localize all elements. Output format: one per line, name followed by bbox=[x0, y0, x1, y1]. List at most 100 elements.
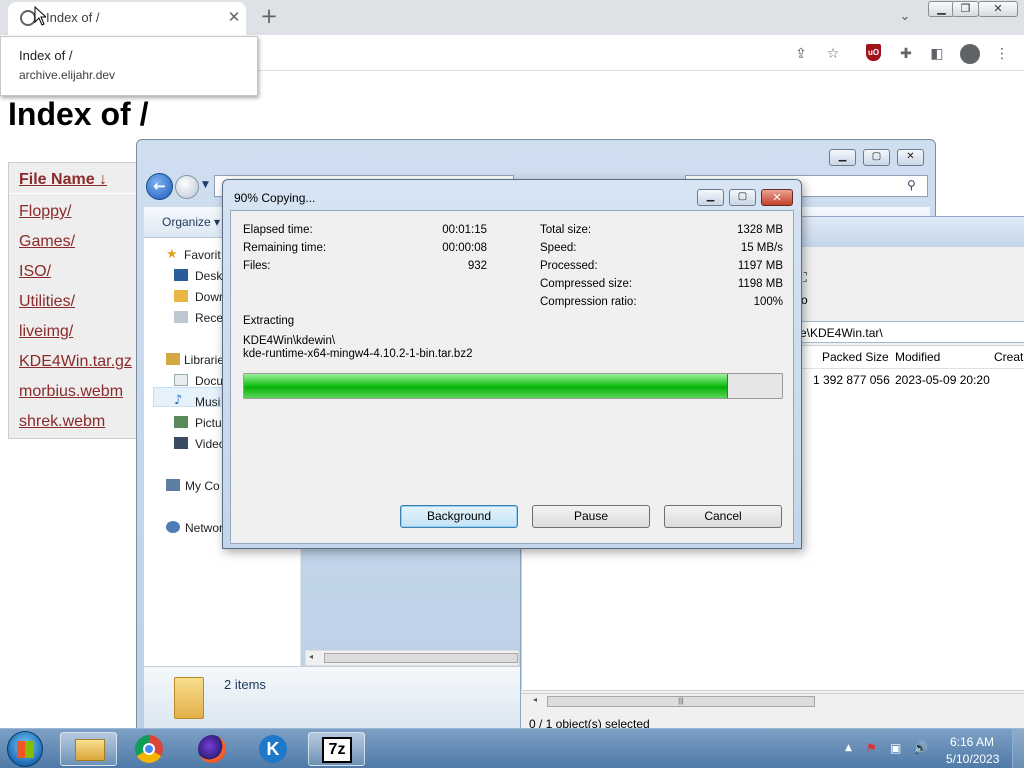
folder-icon bbox=[75, 739, 105, 761]
tab-search-icon[interactable]: ⌄ bbox=[894, 6, 916, 28]
scrollbar-thumb[interactable]: ||| bbox=[547, 696, 815, 707]
scrollbar-thumb[interactable] bbox=[324, 653, 518, 663]
taskbar-sevenzip-button[interactable]: 7z bbox=[308, 732, 365, 766]
restore-button[interactable]: ❐ bbox=[952, 1, 979, 17]
nav-item-favorites[interactable]: Favorit bbox=[184, 248, 221, 262]
side-panel-icon[interactable]: ◧ bbox=[926, 43, 948, 65]
archive-path-field[interactable]: e\KDE4Win.tar\ bbox=[793, 321, 1024, 343]
file-link-shrek[interactable]: shrek.webm bbox=[19, 413, 105, 431]
taskbar-kde-button[interactable]: K bbox=[246, 732, 303, 766]
close-window-button[interactable]: ✕ bbox=[978, 1, 1018, 17]
taskbar-explorer-button[interactable] bbox=[60, 732, 117, 766]
explorer-maximize-button[interactable]: ▢ bbox=[863, 149, 890, 166]
elapsed-time-label: Elapsed time: bbox=[243, 224, 313, 236]
compression-ratio-label: Compression ratio: bbox=[540, 296, 637, 308]
clock-date[interactable]: 5/10/2023 bbox=[946, 752, 999, 766]
remaining-time-value: 00:00:08 bbox=[442, 242, 487, 254]
file-link-games[interactable]: Games/ bbox=[19, 233, 75, 251]
nav-item-pictures[interactable]: Pictu bbox=[195, 416, 222, 430]
pause-button[interactable]: Pause bbox=[532, 505, 650, 528]
copying-progress-dialog[interactable]: 90% Copying... ▁ ▢ ✕ Elapsed time: 00:01… bbox=[222, 179, 802, 549]
browser-tab-strip: Index of / ✕ + ⌄ ▁ ❐ ✕ bbox=[0, 0, 1024, 35]
file-link-iso[interactable]: ISO/ bbox=[19, 263, 51, 281]
libraries-icon bbox=[166, 353, 180, 365]
hover-card-url: archive.elijahr.dev bbox=[19, 68, 116, 82]
search-icon[interactable]: ⚲ bbox=[907, 178, 916, 192]
dialog-minimize-button[interactable]: ▁ bbox=[697, 189, 724, 206]
back-arrow-icon[interactable]: ← bbox=[146, 173, 173, 200]
profile-avatar-icon[interactable] bbox=[960, 44, 980, 64]
scroll-left-icon[interactable]: ◂ bbox=[309, 652, 313, 661]
volume-icon[interactable]: 🔊 bbox=[913, 741, 928, 755]
nav-item-documents[interactable]: Docu bbox=[195, 374, 223, 388]
desktop-icon bbox=[174, 269, 188, 281]
taskbar-chrome-button[interactable] bbox=[122, 732, 179, 766]
background-button[interactable]: Background bbox=[400, 505, 518, 528]
dialog-maximize-button[interactable]: ▢ bbox=[729, 189, 756, 206]
explorer-close-button[interactable]: ✕ bbox=[897, 149, 924, 166]
close-tab-icon[interactable]: ✕ bbox=[224, 6, 244, 30]
column-header-packed-size[interactable]: Packed Size bbox=[822, 350, 889, 364]
minimize-button[interactable]: ▁ bbox=[928, 1, 955, 17]
file-link-liveimg[interactable]: liveimg/ bbox=[19, 323, 73, 341]
show-desktop-button[interactable] bbox=[1012, 729, 1024, 768]
processed-value: 1197 MB bbox=[737, 260, 783, 272]
compressed-size-label: Compressed size: bbox=[540, 278, 633, 290]
total-size-value: 1328 MB bbox=[736, 224, 783, 236]
file-link-kde4win[interactable]: KDE4Win.tar.gz bbox=[19, 353, 132, 371]
row-modified[interactable]: 2023-05-09 20:20 bbox=[895, 373, 990, 387]
dialog-title: 90% Copying... bbox=[234, 191, 316, 205]
processed-label: Processed: bbox=[540, 260, 598, 272]
taskbar: K 7z ▲ ⚑ ▣ 🔊 6:16 AM 5/10/2023 bbox=[0, 728, 1024, 768]
dialog-close-button[interactable]: ✕ bbox=[761, 189, 793, 206]
documents-icon bbox=[174, 374, 188, 386]
file-link-floppy[interactable]: Floppy/ bbox=[19, 203, 71, 221]
current-path: KDE4Win\kdewin\ bbox=[243, 335, 336, 347]
speed-value: 15 MB/s bbox=[740, 242, 783, 254]
ublock-icon[interactable]: uO bbox=[866, 44, 881, 61]
remaining-time-label: Remaining time: bbox=[243, 242, 327, 254]
nav-item-videos[interactable]: Video bbox=[195, 437, 225, 451]
file-link-morbius[interactable]: morbius.webm bbox=[19, 383, 123, 401]
nav-item-network[interactable]: Networ bbox=[185, 521, 223, 535]
network-tray-icon[interactable]: ▣ bbox=[890, 741, 901, 755]
firefox-logo-icon bbox=[198, 735, 226, 763]
file-name-column-header[interactable]: File Name ↓ bbox=[19, 171, 107, 189]
items-count: 2 items bbox=[224, 677, 266, 692]
scroll-left-icon[interactable]: ◂ bbox=[533, 695, 537, 704]
horizontal-scrollbar[interactable]: ◂ bbox=[305, 650, 519, 666]
compression-ratio-value: 100% bbox=[753, 296, 783, 308]
page-title: Index of / bbox=[8, 96, 149, 132]
forward-arrow-icon[interactable] bbox=[175, 175, 199, 199]
nav-item-libraries[interactable]: Librarie bbox=[184, 353, 224, 367]
details-pane: 2 items bbox=[144, 666, 520, 728]
action-center-flag-icon[interactable]: ⚑ bbox=[866, 741, 877, 755]
recent-pages-dropdown-icon[interactable]: ▼ bbox=[202, 180, 209, 190]
share-icon[interactable]: ⇪ bbox=[790, 43, 812, 65]
archive-path-text: e\KDE4Win.tar\ bbox=[800, 326, 883, 340]
explorer-minimize-button[interactable]: ▁ bbox=[829, 149, 856, 166]
row-packed-size[interactable]: 1 392 877 056 bbox=[813, 373, 890, 387]
dialog-body: Elapsed time: 00:01:15 Remaining time: 0… bbox=[230, 210, 794, 544]
new-tab-button[interactable]: + bbox=[256, 4, 282, 30]
column-header-created[interactable]: Create bbox=[994, 350, 1024, 364]
file-link-utilities[interactable]: Utilities/ bbox=[19, 293, 75, 311]
clock-time[interactable]: 6:16 AM bbox=[950, 735, 994, 749]
more-menu-icon[interactable]: ⋮ bbox=[991, 43, 1013, 65]
kde-logo-icon: K bbox=[259, 735, 287, 763]
elapsed-time-value: 00:01:15 bbox=[442, 224, 487, 236]
extensions-icon[interactable]: ✚ bbox=[895, 43, 917, 65]
tab-title: Index of / bbox=[46, 10, 100, 25]
operation-label: Extracting bbox=[243, 315, 295, 327]
bookmark-star-icon[interactable]: ☆ bbox=[822, 43, 844, 65]
file-listing-table: File Name ↓ Floppy/ Games/ ISO/ Utilitie… bbox=[8, 162, 148, 439]
organize-button[interactable]: Organize ▾ bbox=[162, 215, 220, 229]
taskbar-firefox-button[interactable] bbox=[184, 732, 241, 766]
sevenzip-horizontal-scrollbar[interactable]: ◂ ||| bbox=[521, 693, 1024, 709]
start-button[interactable] bbox=[7, 731, 43, 767]
column-header-modified[interactable]: Modified bbox=[895, 350, 940, 364]
show-hidden-icons-icon[interactable]: ▲ bbox=[845, 743, 852, 753]
cancel-button[interactable]: Cancel bbox=[664, 505, 782, 528]
nav-item-computer[interactable]: My Co bbox=[185, 479, 220, 493]
nav-item-music[interactable]: Musi bbox=[195, 395, 220, 409]
